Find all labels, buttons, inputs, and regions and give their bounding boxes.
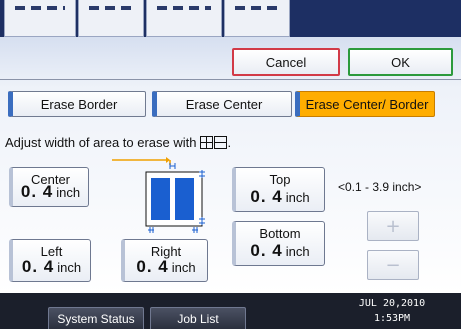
erase-diagram-icon bbox=[85, 152, 212, 242]
date-time: JUL 20,2010 1:53PM bbox=[352, 296, 432, 326]
left-width-button[interactable]: Left 0. 4 inch bbox=[9, 239, 91, 282]
center-width-button[interactable]: Center 0. 4 inch bbox=[9, 167, 89, 207]
date-text: JUL 20,2010 bbox=[358, 298, 426, 309]
right-value: 0. 4 inch bbox=[136, 257, 196, 276]
tab-erase-border[interactable]: Erase Border bbox=[8, 91, 146, 117]
top-tab-partial bbox=[146, 0, 222, 37]
range-hint: <0.1 - 3.9 inch> bbox=[338, 180, 422, 194]
instruction-text: Adjust width of area to erase with . bbox=[5, 135, 305, 152]
top-banner bbox=[0, 0, 461, 37]
divider bbox=[0, 79, 461, 80]
cancel-button[interactable]: Cancel bbox=[232, 48, 340, 76]
system-status-button[interactable]: System Status bbox=[48, 307, 144, 329]
erase-area-icons bbox=[199, 136, 228, 152]
top-tab-partial bbox=[78, 0, 144, 37]
top-tab-partial bbox=[4, 0, 76, 37]
tab-erase-center[interactable]: Erase Center bbox=[152, 91, 292, 117]
bottom-value: 0. 4 inch bbox=[250, 241, 310, 260]
ok-button[interactable]: OK bbox=[348, 48, 453, 76]
right-width-button[interactable]: Right 0. 4 inch bbox=[121, 239, 208, 282]
increase-button[interactable]: + bbox=[367, 211, 419, 241]
top-tab-partial bbox=[224, 0, 290, 37]
top-value: 0. 4 inch bbox=[250, 187, 310, 206]
tab-erase-center-border[interactable]: Erase Center/ Border bbox=[295, 91, 435, 117]
decrease-button[interactable]: − bbox=[367, 250, 419, 280]
left-value: 0. 4 inch bbox=[21, 257, 82, 276]
instruction-period: . bbox=[227, 135, 232, 150]
instruction-label: Adjust width of area to erase with bbox=[5, 135, 197, 150]
top-label: Top bbox=[269, 172, 291, 187]
top-width-button[interactable]: Top 0. 4 inch bbox=[232, 167, 325, 212]
job-list-button[interactable]: Job List bbox=[150, 307, 246, 329]
center-value: 0. 4 inch bbox=[20, 182, 81, 201]
time-text: 1:53PM bbox=[373, 313, 411, 324]
bottom-label: Bottom bbox=[259, 226, 301, 241]
bottom-width-button[interactable]: Bottom 0. 4 inch bbox=[232, 221, 325, 266]
